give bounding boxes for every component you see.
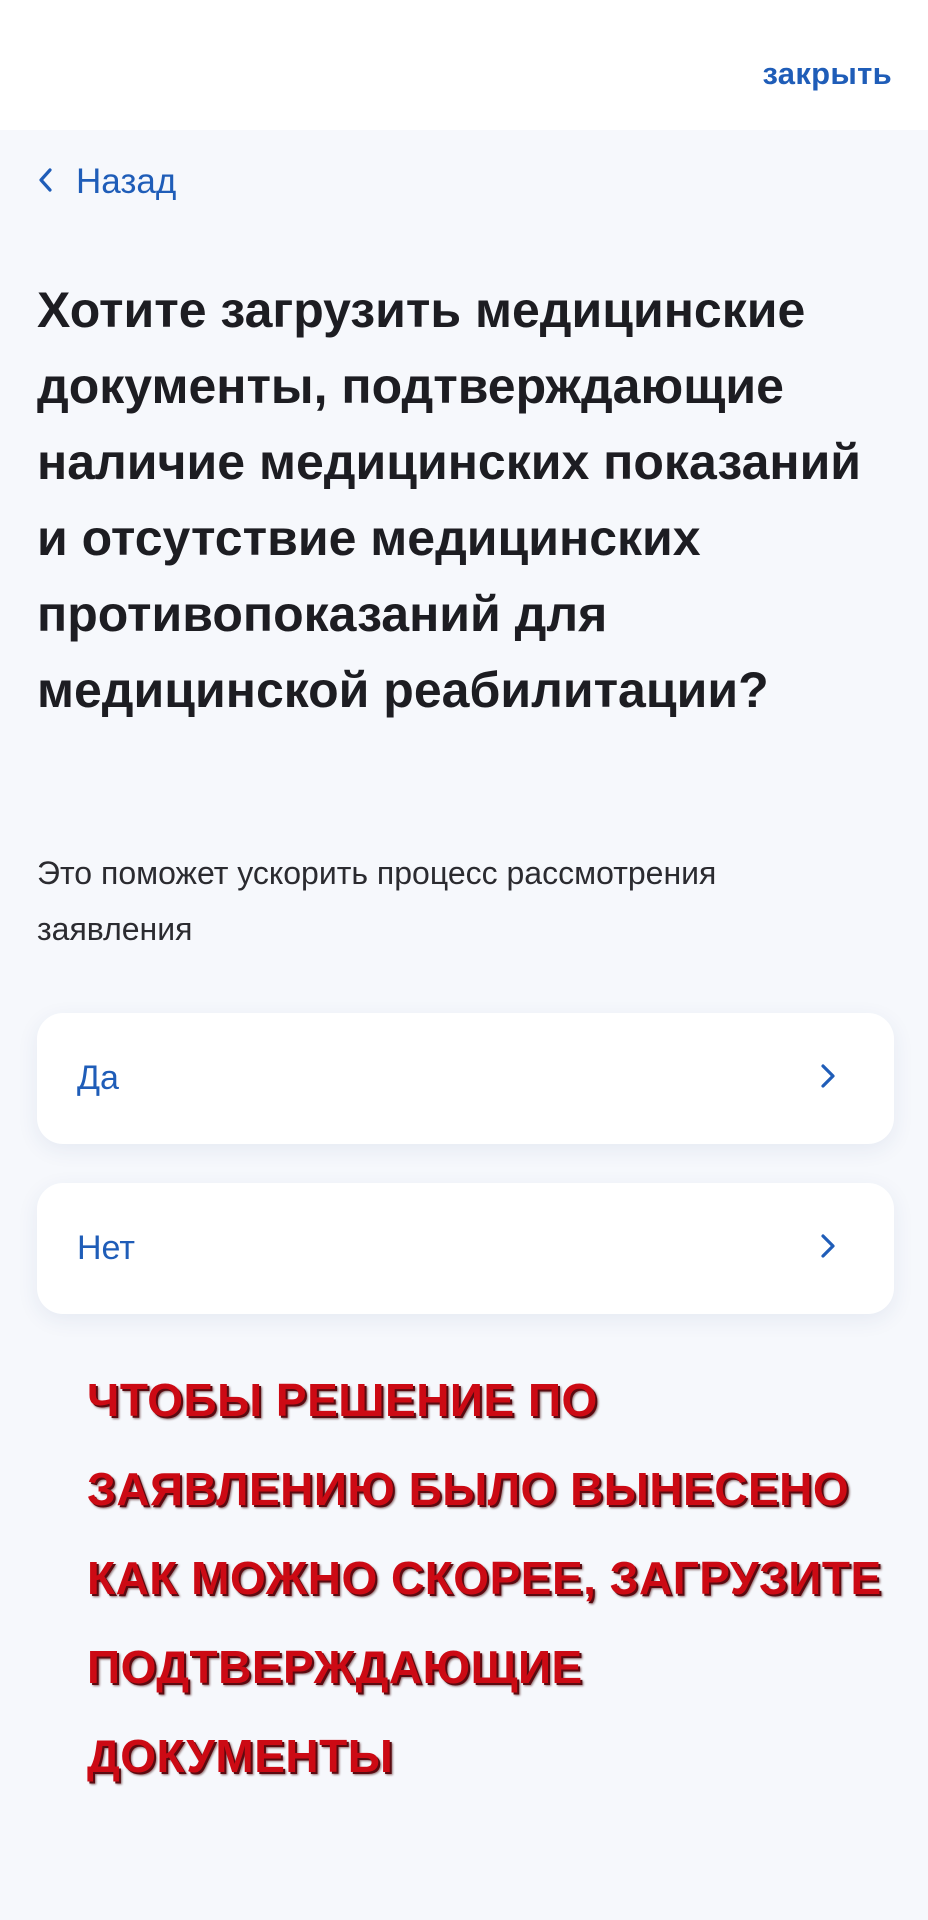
close-button[interactable]: закрыть [762,56,892,92]
option-no-label: Нет [77,1229,135,1267]
top-bar: закрыть [0,0,928,130]
back-link[interactable]: Назад [36,162,176,202]
option-yes-button[interactable]: Да [37,1013,894,1144]
page-title: Хотите загрузить медицинские документы, … [37,282,862,718]
notice-overlay-text: ЧТОБЫ РЕШЕНИЕ ПО ЗАЯВЛЕНИЮ БЫЛО ВЫНЕСЕНО… [87,1374,882,1782]
chevron-right-icon [820,1063,836,1094]
chevron-left-icon [36,162,76,202]
chevron-right-icon [820,1233,836,1264]
option-yes-label: Да [77,1059,119,1097]
back-label: Назад [76,162,177,201]
option-no-button[interactable]: Нет [37,1183,894,1314]
page-subtitle: Это поможет ускорить процесс рассмотрени… [37,855,717,947]
